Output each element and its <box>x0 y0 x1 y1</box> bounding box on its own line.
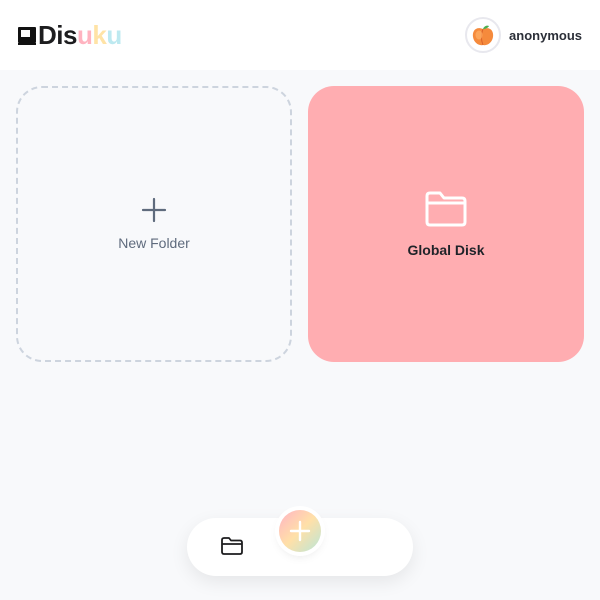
add-fab-button[interactable] <box>279 510 321 552</box>
username: anonymous <box>509 27 582 43</box>
plus-icon <box>141 197 167 223</box>
logo-mark-icon <box>18 25 36 45</box>
app-header: Disuku anonymous <box>0 0 600 70</box>
app-logo[interactable]: Disuku <box>18 22 122 48</box>
new-folder-card[interactable]: New Folder <box>16 86 292 362</box>
avatar[interactable] <box>465 17 502 53</box>
logo-text: Disuku <box>38 20 122 50</box>
global-disk-card[interactable]: Global Disk <box>308 86 584 362</box>
peach-icon <box>472 25 494 46</box>
folder-icon <box>221 537 243 555</box>
user-menu[interactable]: anonymous <box>465 16 582 54</box>
plus-icon <box>289 520 311 542</box>
folder-icon <box>425 191 467 227</box>
new-folder-label: New Folder <box>118 235 190 251</box>
dock-folder-button[interactable] <box>220 534 244 558</box>
global-disk-label: Global Disk <box>407 242 485 258</box>
